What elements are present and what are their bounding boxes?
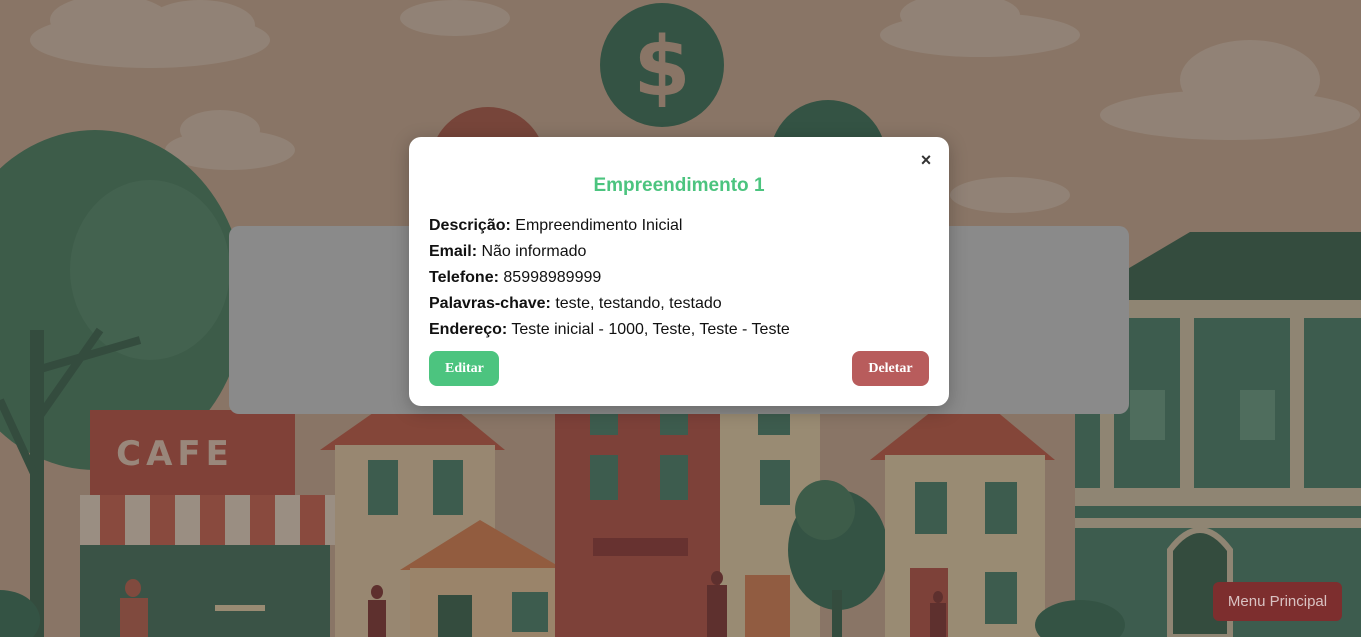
delete-button[interactable]: Deletar <box>852 351 929 386</box>
info-value: Empreendimento Inicial <box>515 217 683 234</box>
info-row-email: Email: Não informado <box>429 239 929 265</box>
info-row-telefone: Telefone: 85998989999 <box>429 265 929 291</box>
info-value: Teste inicial - 1000, Teste, Teste - Tes… <box>511 321 790 338</box>
info-row-descricao: Descrição: Empreendimento Inicial <box>429 213 929 239</box>
info-value: teste, testando, testado <box>555 295 722 312</box>
info-value: 85998989999 <box>503 269 602 286</box>
main-menu-button[interactable]: Menu Principal <box>1213 582 1342 621</box>
close-icon[interactable]: × <box>917 151 935 169</box>
info-label: Endereço: <box>429 321 508 338</box>
info-label: Palavras-chave: <box>429 295 551 312</box>
modal-actions: Editar Deletar <box>429 351 929 386</box>
modal-title: Empreendimento 1 <box>593 175 765 196</box>
edit-button[interactable]: Editar <box>429 351 499 386</box>
info-row-palavras-chave: Palavras-chave: teste, testando, testado <box>429 291 929 317</box>
info-value: Não informado <box>481 243 587 260</box>
info-label: Descrição: <box>429 217 511 234</box>
business-info: Descrição: Empreendimento Inicial Email:… <box>429 213 929 343</box>
info-label: Email: <box>429 243 478 260</box>
business-details-modal: × Empreendimento 1 Descrição: Empreendim… <box>409 137 949 406</box>
info-label: Telefone: <box>429 269 499 286</box>
info-row-endereco: Endereço: Teste inicial - 1000, Teste, T… <box>429 317 929 343</box>
